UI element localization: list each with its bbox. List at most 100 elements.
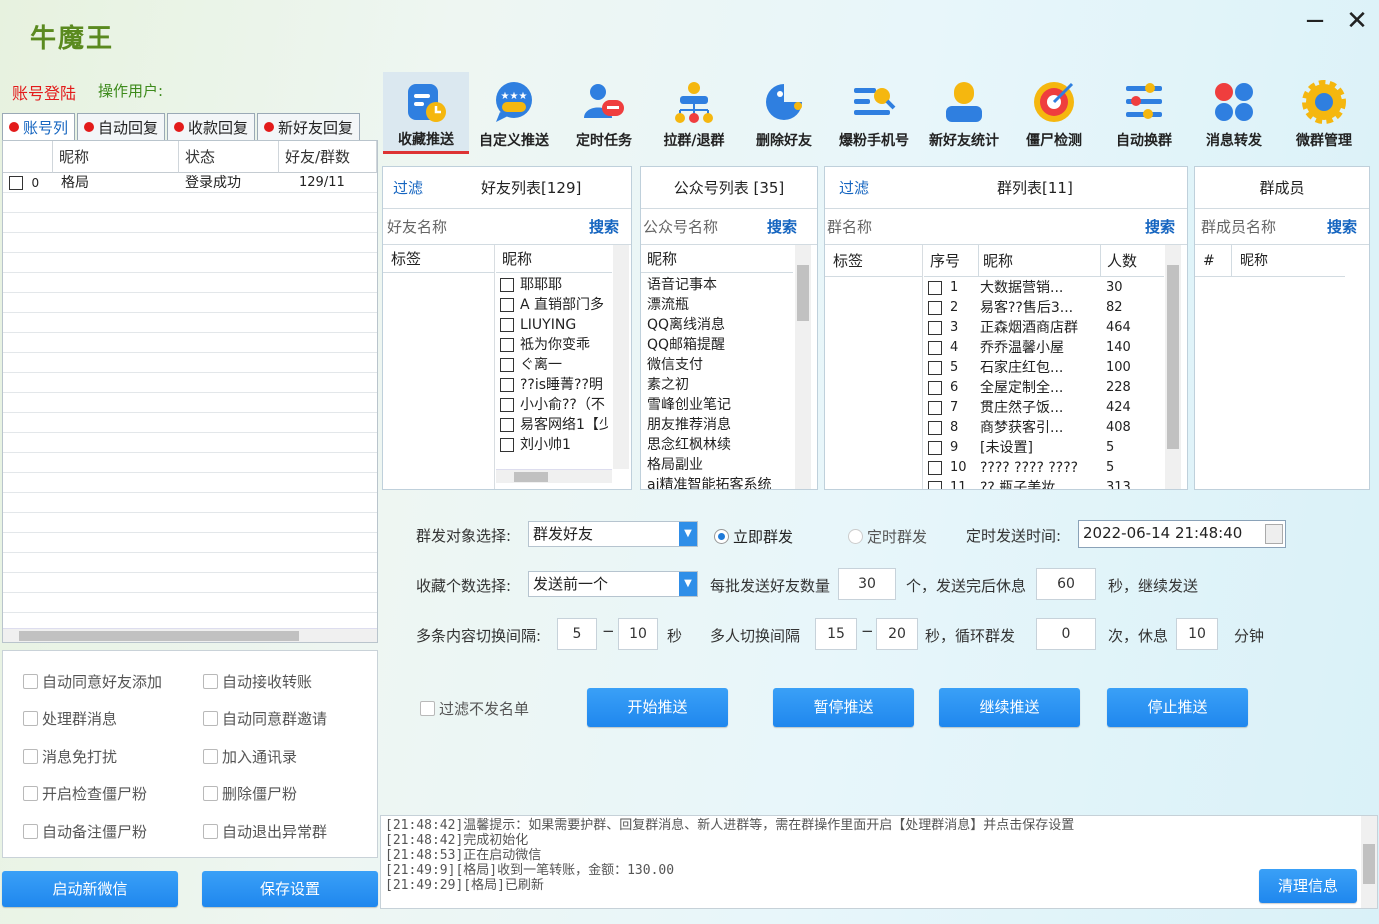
list-item[interactable]: ai精准智能拓客系统 [647,475,787,489]
members-col-nick[interactable]: 昵称 [1231,245,1268,277]
list-item[interactable]: 格局副业 [647,455,787,475]
list-item[interactable]: 语音记事本 [647,275,787,295]
row-checkbox[interactable] [500,358,514,372]
list-item[interactable]: 耶耶耶 [500,275,608,295]
row-checkbox[interactable] [928,461,942,475]
row-checkbox[interactable] [500,318,514,332]
row-checkbox[interactable] [500,298,514,312]
account-login-label[interactable]: 账号登陆 [12,80,76,104]
row-checkbox[interactable] [500,378,514,392]
target-select[interactable]: 群发好友 ▼ [528,521,698,547]
tool-group-manage[interactable]: 微群管理 [1281,72,1367,154]
row-checkbox[interactable] [500,418,514,432]
table-row[interactable]: 5 石家庄红包... 100 [928,358,1164,378]
loop-rest-input[interactable]: 10 [1176,618,1218,650]
opt-check-zombie[interactable]: 开启检查僵尸粉 [23,783,147,804]
interval-from-input[interactable]: 5 [557,618,597,650]
members-col-hash[interactable]: # [1203,245,1215,277]
row-checkbox[interactable] [928,381,942,395]
row-checkbox[interactable] [928,481,942,489]
groups-col-no[interactable]: 序号 [930,245,960,277]
tool-timed-task[interactable]: 定时任务 [561,72,647,154]
opt-add-contacts[interactable]: 加入通讯录 [203,746,297,767]
list-item[interactable]: A 直销部门多 [500,295,608,315]
continue-push-button[interactable]: 继续推送 [939,688,1080,727]
groups-col-tag[interactable]: 标签 [825,245,922,277]
row-checkbox[interactable] [928,321,942,335]
list-item[interactable]: QQ离线消息 [647,315,787,335]
tool-forward[interactable]: 消息转发 [1191,72,1277,154]
scroll-thumb[interactable] [1363,844,1375,884]
tool-zombie-detect[interactable]: 僵尸检测 [1011,72,1097,154]
radio-send-timed[interactable]: 定时群发 [848,526,927,547]
opt-mute[interactable]: 消息免打扰 [23,746,117,767]
groups-col-count[interactable]: 人数 [1100,245,1164,277]
rest-input[interactable]: 60 [1036,568,1096,600]
list-item[interactable]: 素之初 [647,375,787,395]
tab-auto-reply[interactable]: 自动回复 [77,113,166,140]
opt-delete-zombie[interactable]: 删除僵尸粉 [203,783,297,804]
opt-filter-blacklist[interactable]: 过滤不发名单 [420,698,529,719]
pause-push-button[interactable]: 暂停推送 [773,688,914,727]
table-row[interactable]: 0 [9,173,39,193]
radio-send-now[interactable]: 立即群发 [714,526,793,547]
friends-search-button[interactable]: 搜索 [589,209,619,245]
multi-to-input[interactable]: 20 [876,618,918,650]
checkbox[interactable] [23,749,38,764]
tool-auto-switch[interactable]: 自动换群 [1101,72,1187,154]
official-col-nick[interactable]: 昵称 [641,245,793,273]
list-item[interactable]: 朋友推荐消息 [647,415,787,435]
list-item[interactable]: LIUYING [500,315,608,335]
close-button[interactable]: ✕ [1342,6,1372,36]
table-row[interactable]: 9 [未设置] 5 [928,438,1164,458]
tool-custom-push[interactable]: ★★★ 自定义推送 [471,72,557,154]
chevron-down-icon[interactable]: ▼ [679,572,697,596]
groups-search-button[interactable]: 搜索 [1145,209,1175,245]
opt-auto-receive-transfer[interactable]: 自动接收转账 [203,671,312,692]
list-item[interactable]: QQ邮箱提醒 [647,335,787,355]
table-row[interactable]: 6 全屋定制全... 228 [928,378,1164,398]
table-row[interactable]: 1 大数据营销... 30 [928,278,1164,298]
table-row[interactable]: 2 易客??售后3... 82 [928,298,1164,318]
friends-filter-link[interactable]: 过滤 [393,167,423,209]
members-search-button[interactable]: 搜索 [1327,209,1357,245]
opt-remark-zombie[interactable]: 自动备注僵尸粉 [23,821,147,842]
tab-payment-reply[interactable]: 收款回复 [167,113,256,140]
tab-accounts[interactable]: 账号列 [2,113,76,140]
scroll-thumb[interactable] [1167,265,1179,449]
table-row[interactable]: 10???? ???? ???? 5 [928,458,1164,478]
table-row[interactable]: 8 商梦获客引... 408 [928,418,1164,438]
opt-exit-abnormal-group[interactable]: 自动退出异常群 [203,821,327,842]
account-col-counts[interactable]: 好友/群数 [279,141,377,173]
table-row[interactable]: 4 乔乔温馨小屋 140 [928,338,1164,358]
log-panel[interactable]: [21:48:42]温馨提示：如果需要护群、回复群消息、新人进群等，需在群操作里… [380,815,1378,909]
account-col-status[interactable]: 状态 [179,141,279,173]
checkbox[interactable] [23,824,38,839]
tool-group-pull[interactable]: 拉群/退群 [651,72,737,154]
list-item[interactable]: ぐ离一 [500,355,608,375]
checkbox[interactable] [23,674,38,689]
multi-from-input[interactable]: 15 [815,618,857,650]
table-row[interactable]: 11?? 瓶子美妆 313 [928,478,1164,489]
scroll-thumb[interactable] [615,263,627,453]
opt-auto-accept-friend[interactable]: 自动同意好友添加 [23,671,162,692]
row-checkbox[interactable] [500,278,514,292]
tool-new-friend-stats[interactable]: 新好友统计 [921,72,1007,154]
row-checkbox[interactable] [9,176,23,190]
save-settings-button[interactable]: 保存设置 [202,871,378,907]
minimize-button[interactable]: − [1300,6,1330,36]
checkbox[interactable] [23,711,38,726]
tool-delete-friend[interactable]: 删除好友 [741,72,827,154]
chevron-down-icon[interactable]: ▼ [679,522,697,546]
list-item[interactable]: 思念红枫林续 [647,435,787,455]
members-search-input[interactable]: 群成员名称 [1201,209,1276,245]
friends-col-tag[interactable]: 标签 [383,245,494,273]
list-item[interactable]: 易客网络1【少 [500,415,608,435]
friends-vscroll[interactable] [613,245,629,469]
friends-col-nick[interactable]: 昵称 [496,245,612,273]
row-checkbox[interactable] [500,438,514,452]
official-vscroll[interactable] [795,245,811,489]
opt-auto-accept-group-invite[interactable]: 自动同意群邀请 [203,708,327,729]
checkbox[interactable] [203,786,218,801]
row-checkbox[interactable] [500,398,514,412]
